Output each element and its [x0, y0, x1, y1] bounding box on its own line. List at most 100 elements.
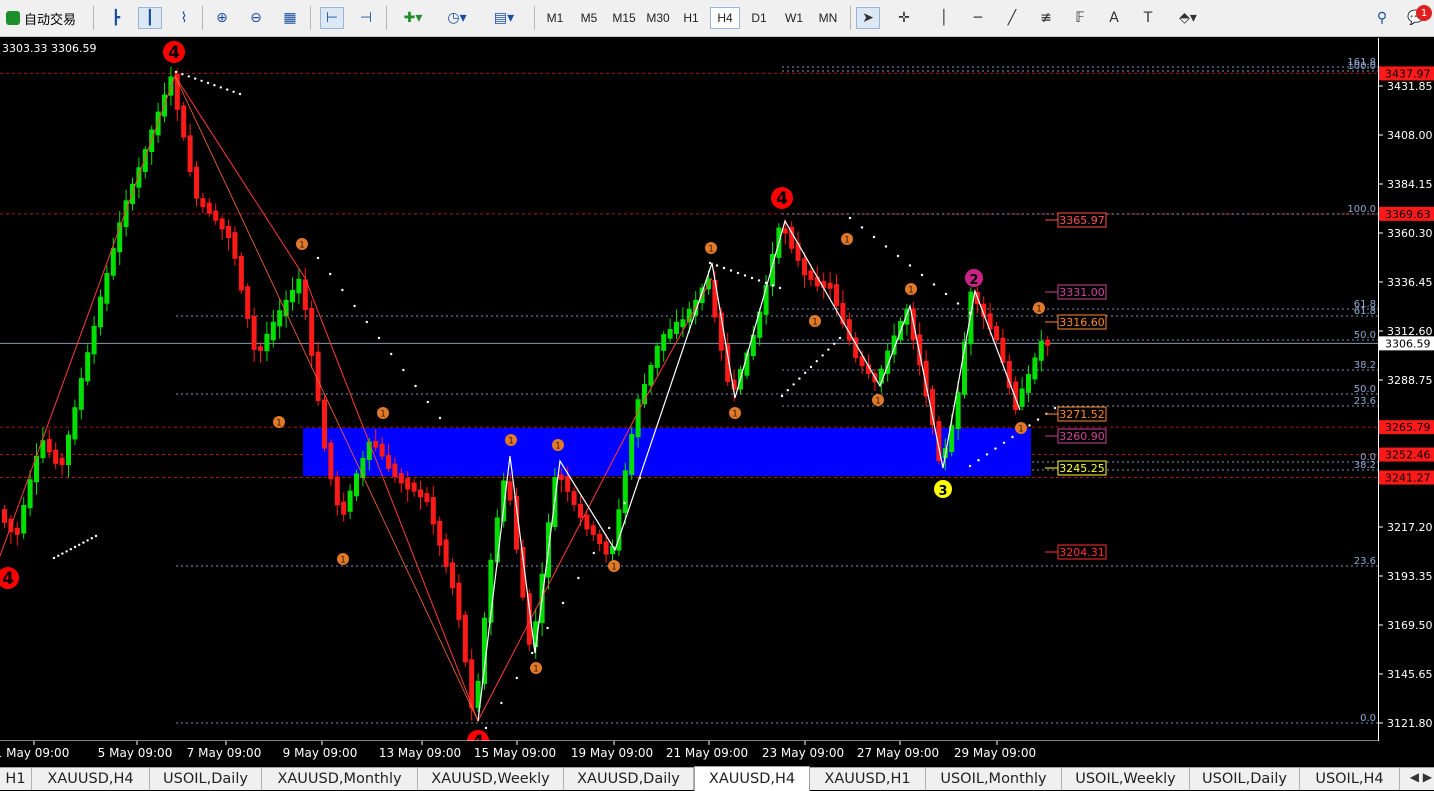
- sar-dot: [827, 348, 830, 351]
- chart-shift-icon[interactable]: ⊣: [354, 7, 378, 29]
- sar-dot: [884, 245, 888, 248]
- price-tick-label: 3169.50: [1387, 619, 1433, 632]
- timeframe-w1[interactable]: W1: [778, 7, 810, 29]
- price-tag-label: 3252.46: [1385, 449, 1431, 462]
- chart-tab[interactable]: XAUUSD,H1: [810, 768, 926, 790]
- candle-body: [590, 525, 596, 535]
- horizontal-line-icon[interactable]: ─: [966, 7, 990, 29]
- chart-tab[interactable]: XAUUSD,Monthly: [262, 768, 418, 790]
- tile-windows-icon[interactable]: ▦: [278, 7, 302, 29]
- chart-tab[interactable]: XAUUSD,Daily: [564, 768, 694, 790]
- periods-clock-icon[interactable]: ◷▾: [440, 7, 474, 29]
- sar-dot: [968, 464, 972, 468]
- candle-body: [827, 282, 833, 289]
- candle-body: [251, 315, 257, 350]
- candle-body: [1006, 360, 1012, 388]
- timeframe-m1[interactable]: M1: [540, 7, 570, 29]
- sub-wave-label: 1: [555, 442, 561, 452]
- wave-marker-label: 4: [472, 732, 484, 741]
- candle-body: [680, 319, 686, 328]
- chart-tab[interactable]: H1: [0, 768, 32, 790]
- candle-body: [72, 407, 78, 440]
- sar-dot: [1002, 441, 1006, 444]
- sar-dot: [750, 276, 754, 280]
- timeframe-m30[interactable]: M30: [642, 7, 674, 29]
- candle-body: [661, 334, 667, 351]
- line-chart-icon[interactable]: ⌇: [172, 7, 196, 29]
- zoom-in-icon[interactable]: ⊕: [210, 7, 234, 29]
- sar-dot: [213, 84, 216, 87]
- chart-tab[interactable]: XAUUSD,H4: [694, 766, 810, 791]
- candle-body: [187, 135, 193, 173]
- toolbar-separator: [310, 6, 311, 30]
- candlestick-chart-icon[interactable]: ┃: [138, 7, 162, 29]
- candle-body: [456, 582, 462, 621]
- candle-body: [373, 440, 379, 448]
- sub-wave-label: 1: [276, 419, 282, 429]
- search-icon[interactable]: ⚲: [1370, 7, 1394, 29]
- timeframe-mn[interactable]: MN: [812, 7, 844, 29]
- chart-tab[interactable]: USOIL,H4: [1300, 768, 1400, 790]
- sar-dot: [561, 601, 565, 605]
- fib-level-label: 38.2: [1354, 460, 1376, 471]
- sar-dot: [61, 552, 64, 555]
- timeframe-h1[interactable]: H1: [676, 7, 706, 29]
- fibonacci-icon[interactable]: 𝔽: [1068, 7, 1092, 29]
- sar-dot: [592, 551, 595, 555]
- cursor-icon[interactable]: ➤: [856, 7, 880, 29]
- candle-body: [1013, 381, 1019, 411]
- candle-body: [450, 562, 455, 589]
- auto-scroll-icon[interactable]: ⊢: [320, 7, 344, 29]
- bar-chart-icon[interactable]: ┣: [104, 7, 128, 29]
- text-icon[interactable]: A: [1102, 7, 1126, 29]
- timeframe-m15[interactable]: M15: [608, 7, 640, 29]
- templates-icon[interactable]: ▤▾: [486, 7, 522, 29]
- candle-body: [571, 491, 577, 505]
- price-tick-label: 3408.00: [1387, 129, 1433, 142]
- indicators-icon[interactable]: ✚▾: [396, 7, 430, 29]
- sar-dot: [226, 88, 229, 91]
- candle-body: [98, 296, 103, 328]
- chart-tab[interactable]: USOIL,Daily: [150, 768, 262, 790]
- chart-tab[interactable]: XAUUSD,Weekly: [418, 768, 564, 790]
- timeframe-h4[interactable]: H4: [710, 7, 740, 29]
- candle-body: [309, 308, 315, 356]
- sar-dot: [65, 550, 68, 553]
- timeframe-d1[interactable]: D1: [744, 7, 774, 29]
- sar-dot: [778, 286, 782, 290]
- arrows-shapes-icon[interactable]: ⬘▾: [1170, 7, 1206, 29]
- crosshair-icon[interactable]: ✛: [892, 7, 916, 29]
- chart-tab[interactable]: USOIL,Monthly: [926, 768, 1062, 790]
- sar-dot: [194, 77, 197, 80]
- trendline-icon[interactable]: ╱: [1000, 7, 1024, 29]
- fib-level-label: 23.6: [1354, 396, 1376, 407]
- sar-dot: [577, 576, 580, 580]
- wave-marker-label: 4: [2, 569, 14, 589]
- price-chart[interactable]: 161.8100.0100.061.861.850.038.250.023.60…: [0, 38, 1378, 741]
- timeframe-m5[interactable]: M5: [574, 7, 604, 29]
- candle-body: [66, 434, 71, 466]
- chart-tab[interactable]: XAUUSD,H4: [32, 768, 150, 790]
- tab-scroll-arrows-icon[interactable]: ◀ ▶: [1410, 770, 1432, 784]
- vertical-line-icon[interactable]: │: [932, 7, 956, 29]
- wave-marker-label: 4: [776, 189, 788, 209]
- candle-body: [654, 345, 660, 368]
- candle-body: [354, 473, 359, 497]
- price-tag-label: 3241.27: [1385, 472, 1431, 485]
- equidistant-channel-icon[interactable]: ≢: [1034, 7, 1058, 29]
- sar-dot: [353, 304, 356, 308]
- candle-body: [226, 225, 231, 238]
- chart-tab[interactable]: USOIL,Weekly: [1062, 768, 1190, 790]
- auto-trading-button[interactable]: 自动交易: [2, 7, 80, 29]
- fib-level-label: 0.0: [1360, 713, 1376, 724]
- candle-body: [78, 378, 84, 410]
- candle-body: [386, 455, 391, 469]
- sub-wave-label: 1: [611, 563, 617, 573]
- chart-tab[interactable]: USOIL,Daily: [1190, 768, 1300, 790]
- sar-dot: [57, 554, 60, 557]
- text-label-icon[interactable]: T: [1136, 7, 1160, 29]
- zoom-out-icon[interactable]: ⊖: [244, 7, 268, 29]
- price-axis[interactable]: 3431.85 3408.00 3384.15 3360.30 3336.45 3312.…: [1378, 38, 1434, 741]
- date-tick-label: 7 May 09:00: [187, 746, 262, 760]
- candle-body: [334, 476, 340, 506]
